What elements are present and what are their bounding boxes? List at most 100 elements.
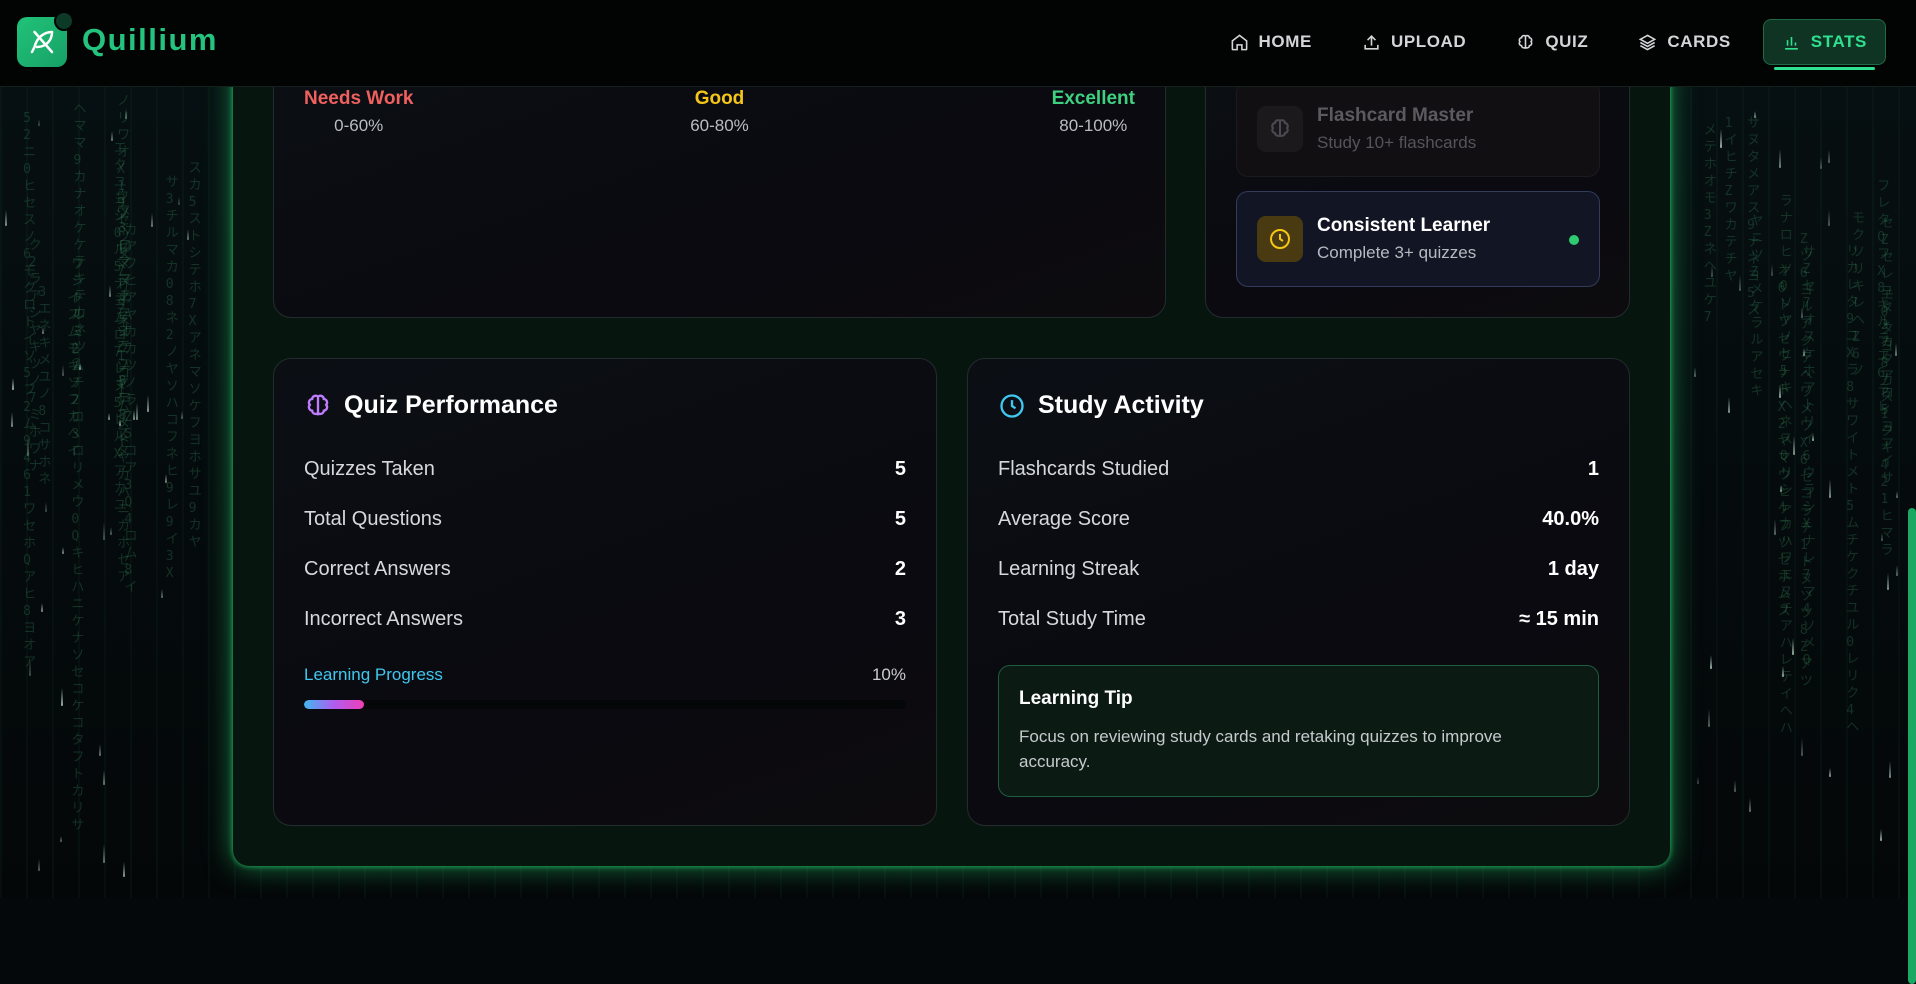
card-title: Quiz Performance (344, 391, 558, 419)
rain-streak (1774, 519, 1777, 535)
stat-value: 1 (1587, 457, 1599, 480)
tip-body: Focus on reviewing study cards and retak… (1019, 727, 1502, 771)
rain-streak (37, 119, 40, 127)
stat-row: Incorrect Answers 3 (304, 604, 906, 634)
rain-streak (60, 836, 62, 843)
rain-streak (1828, 768, 1831, 778)
stat-label: Average Score (998, 507, 1130, 530)
stat-label: Learning Streak (998, 557, 1140, 580)
stat-label: Flashcards Studied (998, 457, 1170, 480)
rain-streak (180, 411, 183, 419)
clock-icon (1000, 393, 1024, 418)
matrix-glyph-column: スカ5ストシテホ7Xアネマソケフヨホサユ9カヤ (188, 160, 202, 550)
rain-streak (122, 862, 125, 878)
legend-good: Good 60-80% (274, 88, 1165, 136)
brain-icon (307, 394, 329, 415)
stat-value: 5 (894, 457, 906, 480)
rain-streak (107, 413, 110, 420)
learning-tip-box: Learning Tip Focus on reviewing study ca… (998, 665, 1599, 797)
stat-value: 3 (894, 607, 906, 630)
rain-streak (1828, 210, 1831, 226)
matrix-glyph-column: ワシトルミ2ムチ2ロ3ロリメウ0Qキヒハニケナソセコケコタフトカリサ (71, 256, 85, 833)
nav-item-quiz[interactable]: QUIZ (1498, 19, 1606, 65)
matrix-glyph-column: ウワヘセマラマセソニソヤケイスタ (116, 188, 130, 459)
card-title: Study Activity (1038, 391, 1204, 419)
quill-icon (30, 30, 54, 54)
quiz-performance-card: Quiz Performance Quizzes Taken 5 Total Q… (273, 358, 937, 826)
rain-streak (1694, 367, 1697, 377)
matrix-glyph-column: ラナロヒソ0ソヤノヒ5キヘネス0リシレカハワエヌチアハレテイヘハ (1779, 194, 1793, 737)
nav-item-stats[interactable]: STATS (1762, 19, 1886, 70)
nav-menu: HOME UPLOAD QUIZ CARDS STATS (1212, 19, 1886, 70)
nav-item-label: UPLOAD (1390, 32, 1467, 51)
rain-streak (1739, 274, 1742, 291)
achievement-flashcard-master[interactable]: Flashcard Master Study 10+ flashcards (1236, 81, 1600, 177)
stat-row: Quizzes Taken 5 (304, 454, 906, 484)
rain-streak (103, 844, 106, 863)
rain-streak (98, 743, 101, 757)
layers-icon (1639, 33, 1657, 51)
rain-streak (45, 501, 48, 512)
nav-item-home[interactable]: HOME (1212, 19, 1330, 65)
brain-icon (1518, 34, 1533, 49)
nav-item-cards[interactable]: CARDS (1620, 19, 1748, 65)
stat-row: Correct Answers 2 (304, 554, 906, 584)
matrix-glyph-column: モクソリキレヘZ6ノ (1852, 211, 1866, 380)
rain-streak (60, 687, 63, 706)
matrix-glyph-column: 3エネキメユノ8コサホネ (38, 285, 52, 488)
rain-streak (1771, 264, 1774, 276)
home-icon (1231, 33, 1247, 50)
achievement-title: Consistent Learner (1317, 215, 1491, 236)
achievement-consistent-learner[interactable]: Consistent Learner Complete 3+ quizzes (1236, 191, 1600, 287)
stat-value: 5 (894, 507, 906, 530)
rain-streak (41, 602, 44, 613)
stat-value: 2 (894, 557, 906, 580)
rain-streak (146, 395, 149, 412)
progress-label: Learning Progress (304, 665, 443, 684)
legend-range: 60-80% (690, 116, 749, 135)
rain-streak (1710, 654, 1713, 669)
nav-item-label: QUIZ (1545, 32, 1589, 51)
achievement-icon-box (1257, 106, 1303, 152)
rain-streak (1887, 573, 1890, 591)
scrollbar-thumb[interactable] (1908, 508, 1916, 984)
legend-range: 80-100% (1059, 116, 1128, 135)
rain-streak (102, 521, 105, 541)
rain-streak (109, 285, 112, 298)
tip-title: Learning Tip (1019, 688, 1133, 709)
rain-streak (151, 213, 154, 228)
brain-icon (1271, 119, 1289, 137)
logo-badge-dot (54, 11, 74, 31)
rain-streak (1697, 777, 1700, 785)
rain-streak (1779, 148, 1782, 169)
rain-streak (1894, 343, 1897, 356)
app-name[interactable]: Quillium (82, 22, 218, 58)
stat-label: Quizzes Taken (304, 457, 435, 480)
stat-row: Average Score 40.0% (998, 504, 1599, 534)
rain-streak (1820, 157, 1823, 169)
rain-streak (161, 588, 164, 599)
rain-streak (1800, 737, 1803, 756)
study-activity-card: Study Activity Flashcards Studied 1 Aver… (967, 358, 1630, 826)
nav-item-label: HOME (1258, 32, 1312, 51)
nav-item-upload[interactable]: UPLOAD (1344, 19, 1484, 65)
matrix-glyph-column: サヌタメアス9ナネヨ5ス (1747, 115, 1761, 318)
clock-icon (1270, 229, 1290, 249)
page-scrollbar[interactable] (1908, 86, 1916, 984)
legend-excellent: Excellent 80-100% (1052, 88, 1135, 136)
rain-streak (1719, 129, 1722, 149)
rain-streak (1888, 761, 1891, 778)
rain-streak (1733, 779, 1736, 793)
rain-streak (1708, 708, 1711, 728)
stat-value: ≈ 15 min (1519, 607, 1599, 630)
rain-streak (1827, 149, 1830, 163)
achievement-description: Complete 3+ quizzes (1317, 243, 1477, 262)
rain-streak (10, 411, 13, 428)
legend-label: Good (694, 88, 745, 109)
bar-chart-icon (1784, 36, 1798, 50)
stat-row: Total Study Time ≈ 15 min (998, 604, 1599, 634)
stat-row: Learning Streak 1 day (998, 554, 1599, 584)
rain-streak (110, 527, 113, 536)
rain-streak (1879, 829, 1882, 841)
card-header: Quiz Performance (304, 391, 558, 420)
